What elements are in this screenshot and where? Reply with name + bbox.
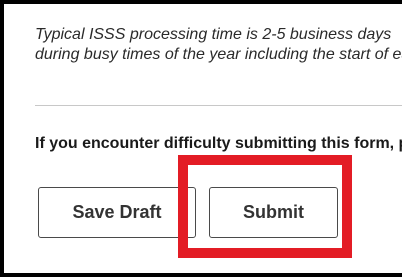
section-divider xyxy=(35,105,402,106)
form-panel: Typical ISSS processing time is 2-5 busi… xyxy=(0,0,402,277)
processing-time-notice: Typical ISSS processing time is 2-5 busi… xyxy=(35,25,402,65)
submit-button[interactable]: Submit xyxy=(209,187,338,238)
save-draft-button[interactable]: Save Draft xyxy=(38,187,196,238)
help-text: If you encounter difficulty submitting t… xyxy=(35,135,402,152)
notice-line-1: Typical ISSS processing time is 2-5 busi… xyxy=(35,26,392,43)
notice-line-2: during busy times of the year including … xyxy=(35,46,402,63)
